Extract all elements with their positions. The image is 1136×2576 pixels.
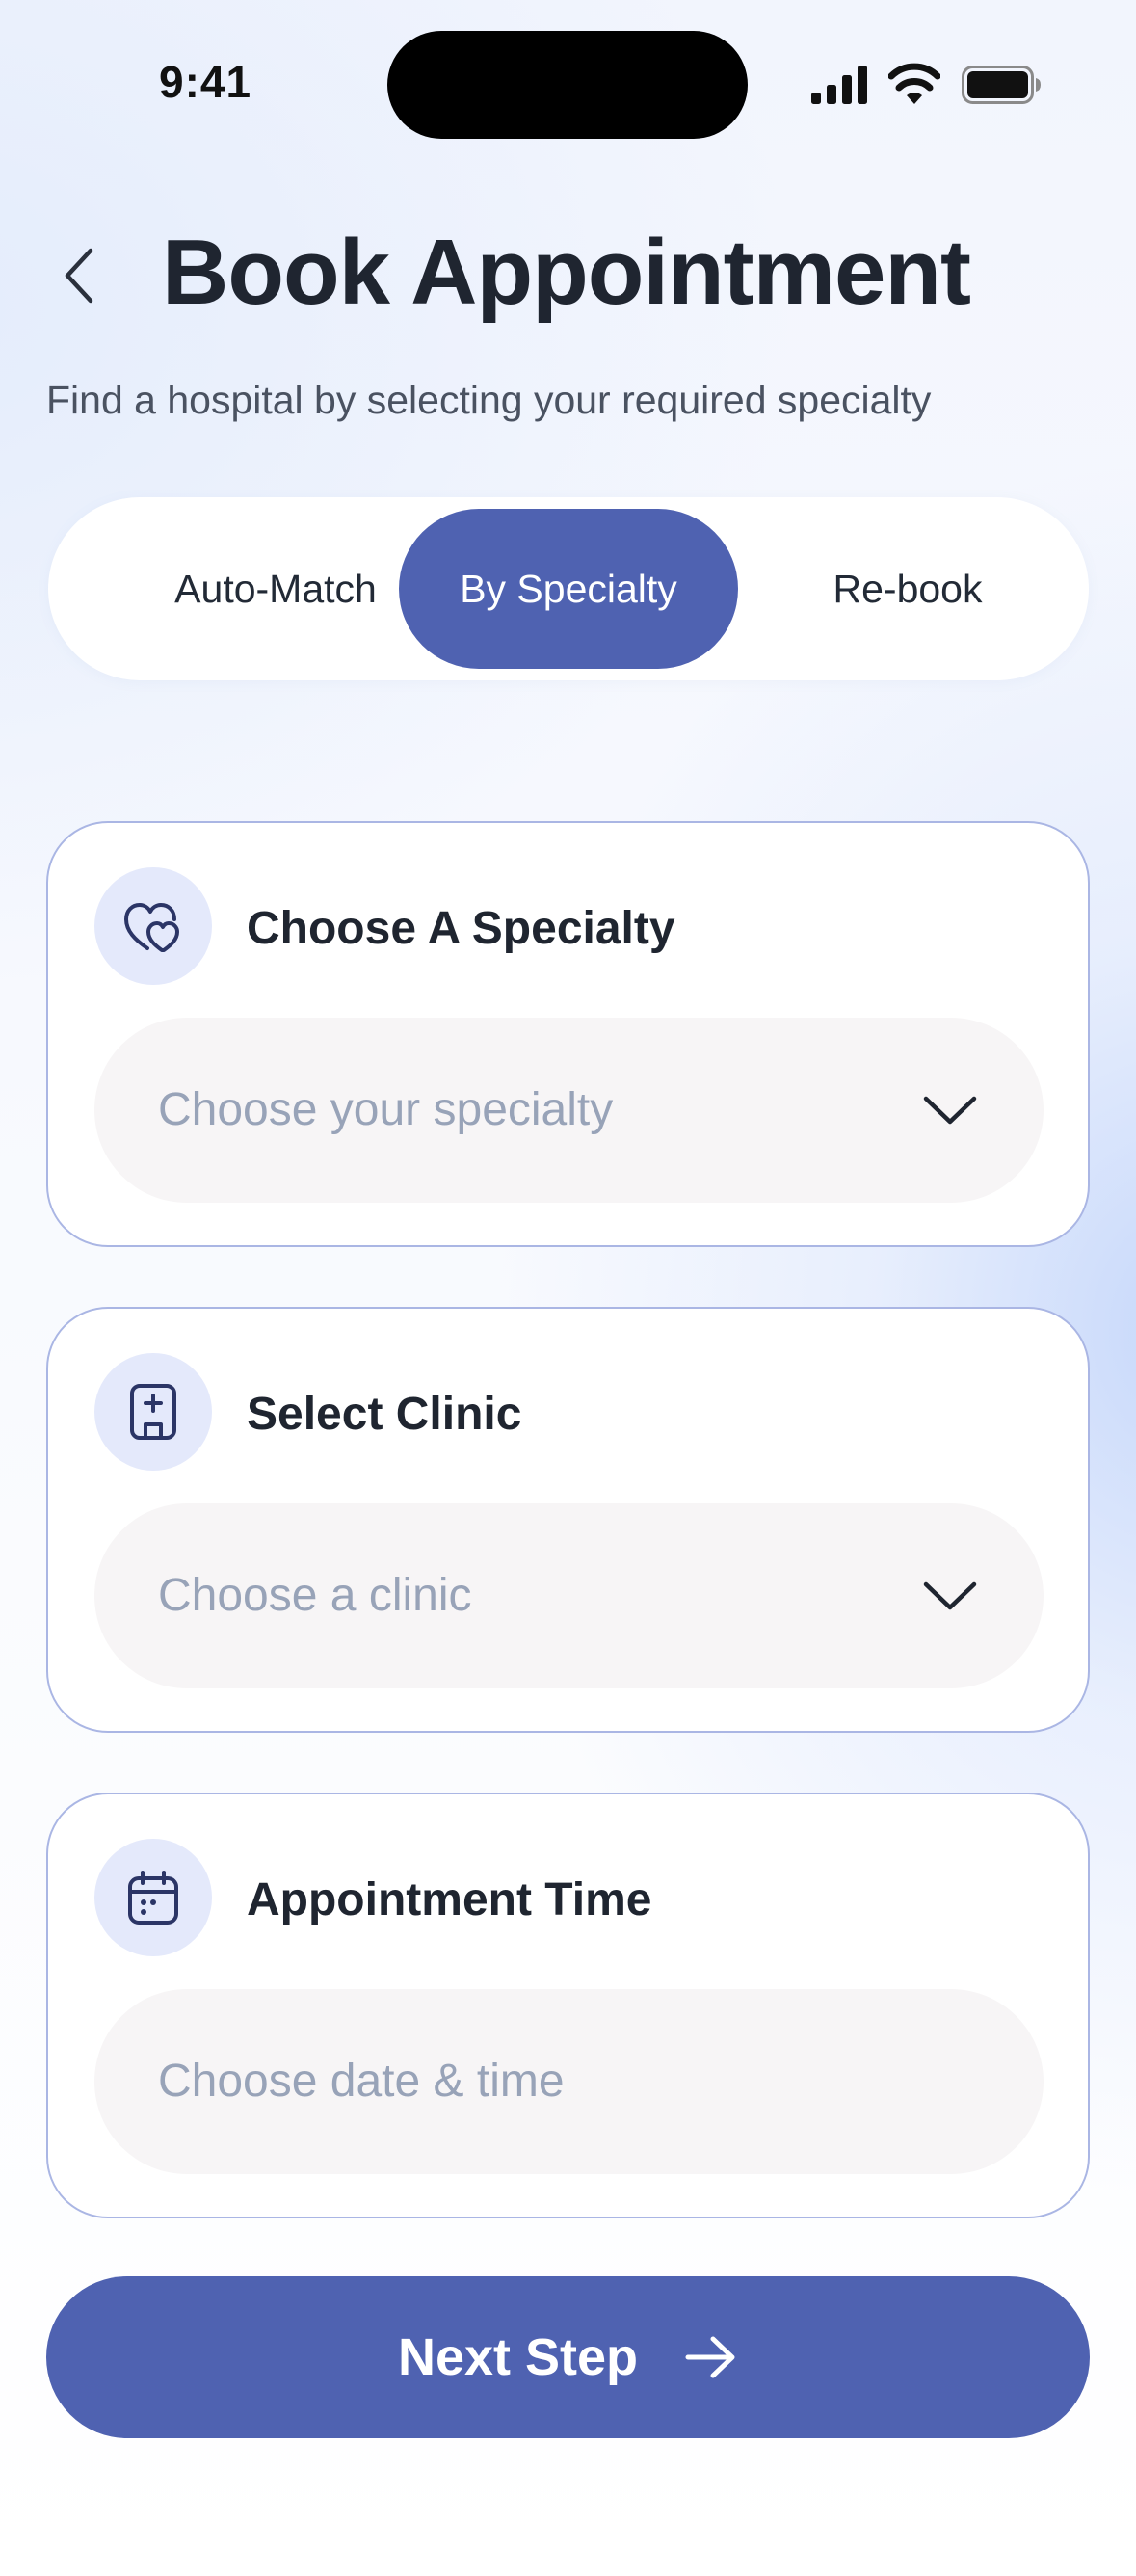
chevron-down-icon: [923, 1581, 977, 1610]
dynamic-island: [387, 31, 748, 139]
time-card-title: Appointment Time: [247, 1874, 652, 1925]
tab-by-specialty[interactable]: By Specialty: [399, 509, 738, 669]
status-time: 9:41: [159, 57, 252, 107]
tab-auto-match[interactable]: Auto-Match: [106, 509, 445, 669]
specialty-select-placeholder: Choose your specialty: [158, 1084, 614, 1135]
clinic-select-placeholder: Choose a clinic: [158, 1570, 472, 1621]
next-step-label: Next Step: [397, 2328, 639, 2386]
specialty-icon-badge: [94, 867, 212, 985]
specialty-card: Choose A Specialty Choose your specialty: [46, 821, 1090, 1247]
battery-icon: [962, 66, 1041, 104]
clinic-card: Select Clinic Choose a clinic: [46, 1307, 1090, 1733]
back-button[interactable]: [50, 239, 108, 312]
date-time-placeholder: Choose date & time: [158, 2056, 565, 2107]
clinic-select[interactable]: Choose a clinic: [94, 1503, 1044, 1688]
date-time-picker[interactable]: Choose date & time: [94, 1989, 1044, 2174]
chevron-left-icon: [65, 248, 93, 304]
clinic-icon-badge: [94, 1353, 212, 1471]
appointment-time-card: Appointment Time Choose date & time: [46, 1793, 1090, 2218]
page-title: Book Appointment: [162, 221, 971, 324]
cellular-signal-icon: [811, 66, 867, 104]
wifi-icon: [888, 63, 940, 104]
arrow-right-icon: [685, 2336, 735, 2378]
calendar-icon: [128, 1871, 178, 1925]
specialty-select[interactable]: Choose your specialty: [94, 1018, 1044, 1203]
specialty-card-title: Choose A Specialty: [247, 903, 675, 954]
booking-mode-tabs: Auto-Match By Specialty Re-book: [48, 497, 1089, 680]
clinic-card-title: Select Clinic: [247, 1389, 522, 1440]
page-subtitle: Find a hospital by selecting your requir…: [46, 378, 932, 422]
time-icon-badge: [94, 1839, 212, 1956]
chevron-down-icon: [923, 1096, 977, 1125]
hearts-icon: [124, 903, 179, 952]
next-step-button[interactable]: Next Step: [46, 2276, 1090, 2438]
hospital-icon: [130, 1384, 176, 1440]
tab-re-book[interactable]: Re-book: [738, 509, 1077, 669]
